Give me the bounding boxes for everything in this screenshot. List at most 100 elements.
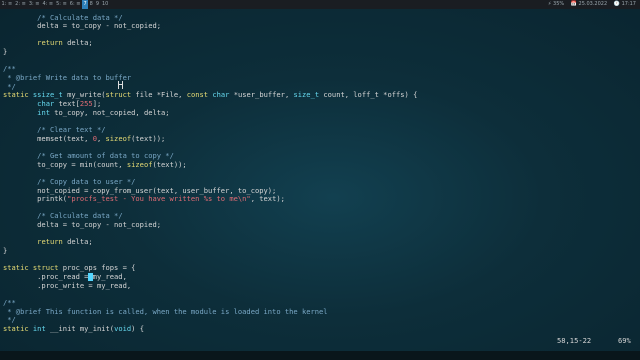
cursor-position: 58,15-22 (557, 336, 592, 345)
code-line[interactable]: * @brief Write data to buffer (3, 73, 131, 82)
code-line[interactable]: delta = to_copy - not_copied; (3, 220, 161, 229)
code-token: char (212, 90, 230, 100)
code-token: static (3, 90, 29, 100)
code-token: (text)); (131, 133, 166, 143)
code-line[interactable]: static ssize_t my_write(struct file *Fil… (3, 90, 417, 99)
workspace-tab[interactable]: 10 (101, 0, 110, 9)
code-token: int (37, 107, 50, 117)
code-line[interactable]: static int __init my_init(void) { (3, 324, 144, 333)
code-token: /* Copy data to user */ (37, 176, 136, 186)
scroll-percent: 69% (618, 336, 631, 345)
workspace-tab[interactable]: 2: ≡ (14, 0, 28, 9)
code-line[interactable]: /* Copy data to user */ (3, 177, 135, 186)
code-token: delta = to_copy - not_copied; (3, 21, 162, 31)
code-token: struct (105, 90, 132, 100)
code-line[interactable]: /* Calculate data */ (3, 12, 123, 22)
code-line[interactable]: } (3, 246, 7, 255)
code-token: delta; (62, 38, 93, 48)
code-token: /* Calculate data */ (37, 12, 123, 22)
code-line[interactable]: */ (3, 315, 16, 324)
code-line[interactable]: /* Get amount of data to copy */ (3, 151, 174, 160)
code-token: my_write( (62, 90, 106, 100)
code-token: } (3, 246, 8, 256)
code-line[interactable]: */ (3, 82, 16, 91)
mouse-ibeam-icon (118, 81, 123, 89)
workspace-tab[interactable]: 5: ≡ (55, 0, 69, 9)
code-token: /* Get amount of data to copy */ (37, 150, 174, 160)
code-token: return (37, 38, 63, 48)
code-line[interactable]: /** (3, 298, 16, 307)
code-token: , text); (250, 194, 285, 204)
code-line[interactable]: printk("procfs_test - You have written %… (3, 194, 285, 203)
code-line[interactable]: delta = to_copy - not_copied; (3, 21, 161, 30)
code-token: delta; (62, 237, 93, 247)
code-token: return (37, 237, 63, 247)
code-token: ) { (131, 323, 144, 333)
command-line[interactable] (0, 351, 640, 360)
code-token: "procfs_test - You have written %s to me… (67, 194, 251, 204)
code-line[interactable]: .proc_write = my_read, (3, 281, 131, 290)
code-token: /* Calculate data */ (37, 211, 123, 221)
code-line[interactable]: int to_copy, not_copied, delta; (3, 107, 169, 117)
workspace-tab[interactable]: 6: ≡ (68, 0, 82, 9)
code-token: /** (3, 297, 16, 307)
date-indicator: 📅 25.03.2022 (570, 1, 608, 7)
code-line[interactable]: /** (3, 64, 16, 73)
code-token: char (37, 99, 55, 108)
code-token: static (3, 323, 29, 333)
code-token: delta = to_copy - not_copied; (3, 220, 162, 230)
code-token: count, loff_t *offs) { (319, 90, 418, 100)
code-token: .proc_write = my_read, (3, 280, 132, 290)
workspace-tab[interactable]: 1: ≡ (0, 0, 14, 9)
code-token: size_t (293, 90, 320, 100)
code-line[interactable]: to_copy = min(count, sizeof(text)); (3, 160, 187, 169)
code-line[interactable]: .proc_read = my_read, (3, 272, 127, 281)
code-line[interactable]: char text[255]; (3, 99, 101, 108)
code-token: void (114, 323, 132, 333)
code-token: __init my_init( (45, 323, 115, 333)
code-token: ssize_t (32, 90, 63, 100)
code-token: (text)); (152, 159, 187, 169)
clock: 🕐 17:17 (613, 1, 636, 7)
code-token: ]; (92, 99, 102, 108)
vim-editor[interactable]: /* Calculate data */ delta = to_copy - n… (0, 9, 640, 351)
workspace-tab[interactable]: 4: ≡ (41, 0, 55, 9)
code-token: } (3, 47, 8, 57)
code-token: * @brief This function is called, when t… (3, 306, 328, 316)
code-line[interactable]: } (3, 47, 7, 56)
code-line[interactable]: * @brief This function is called, when t… (3, 306, 328, 316)
code-token: /* Clear text */ (37, 124, 106, 134)
code-token: sizeof (126, 159, 153, 169)
code-line[interactable]: not_copied = copy_from_user(text, user_b… (3, 186, 276, 195)
code-token: not_copied = copy_from_user(text, user_b… (3, 185, 277, 195)
code-line[interactable]: /* Calculate data */ (3, 211, 123, 221)
code-line[interactable]: /* Clear text */ (3, 124, 106, 134)
code-line[interactable]: static struct proc_ops fops = { (3, 263, 135, 272)
system-tray: ⚡ 35% 📅 25.03.2022 🕐 17:17 (543, 0, 636, 9)
code-token: , (96, 133, 106, 143)
top-status-bar: 1: ≡ 2: ≡ 3: ≡ 4: ≡ 5: ≡ 6: ≡ 7 8 9 10 ⚡ 35% 📅 25… (0, 0, 640, 9)
code-token: * @brief Write data to buffer (3, 73, 132, 83)
workspace-switcher: 1: ≡ 2: ≡ 3: ≡ 4: ≡ 5: ≡ 6: ≡ 7 8 9 10 (0, 0, 110, 9)
code-token: text[ (54, 99, 80, 108)
code-line[interactable]: return delta; (3, 237, 93, 246)
code-token: */ (3, 315, 16, 325)
code-token: to_copy = min(count, (3, 159, 127, 169)
code-token: file *File, (131, 90, 187, 100)
code-line[interactable]: return delta; (3, 38, 93, 47)
code-token: static (3, 263, 29, 273)
vim-status-line: 58,15-22 69% (0, 336, 640, 345)
code-token: memset(text, (3, 133, 93, 143)
code-token: *user_buffer, (229, 90, 294, 100)
code-line[interactable]: memset(text, 0, sizeof(text)); (3, 134, 165, 143)
code-token: int (32, 323, 46, 333)
workspace-tab[interactable]: 3: ≡ (27, 0, 41, 9)
code-token: .proc_read = my_read, (3, 272, 127, 281)
